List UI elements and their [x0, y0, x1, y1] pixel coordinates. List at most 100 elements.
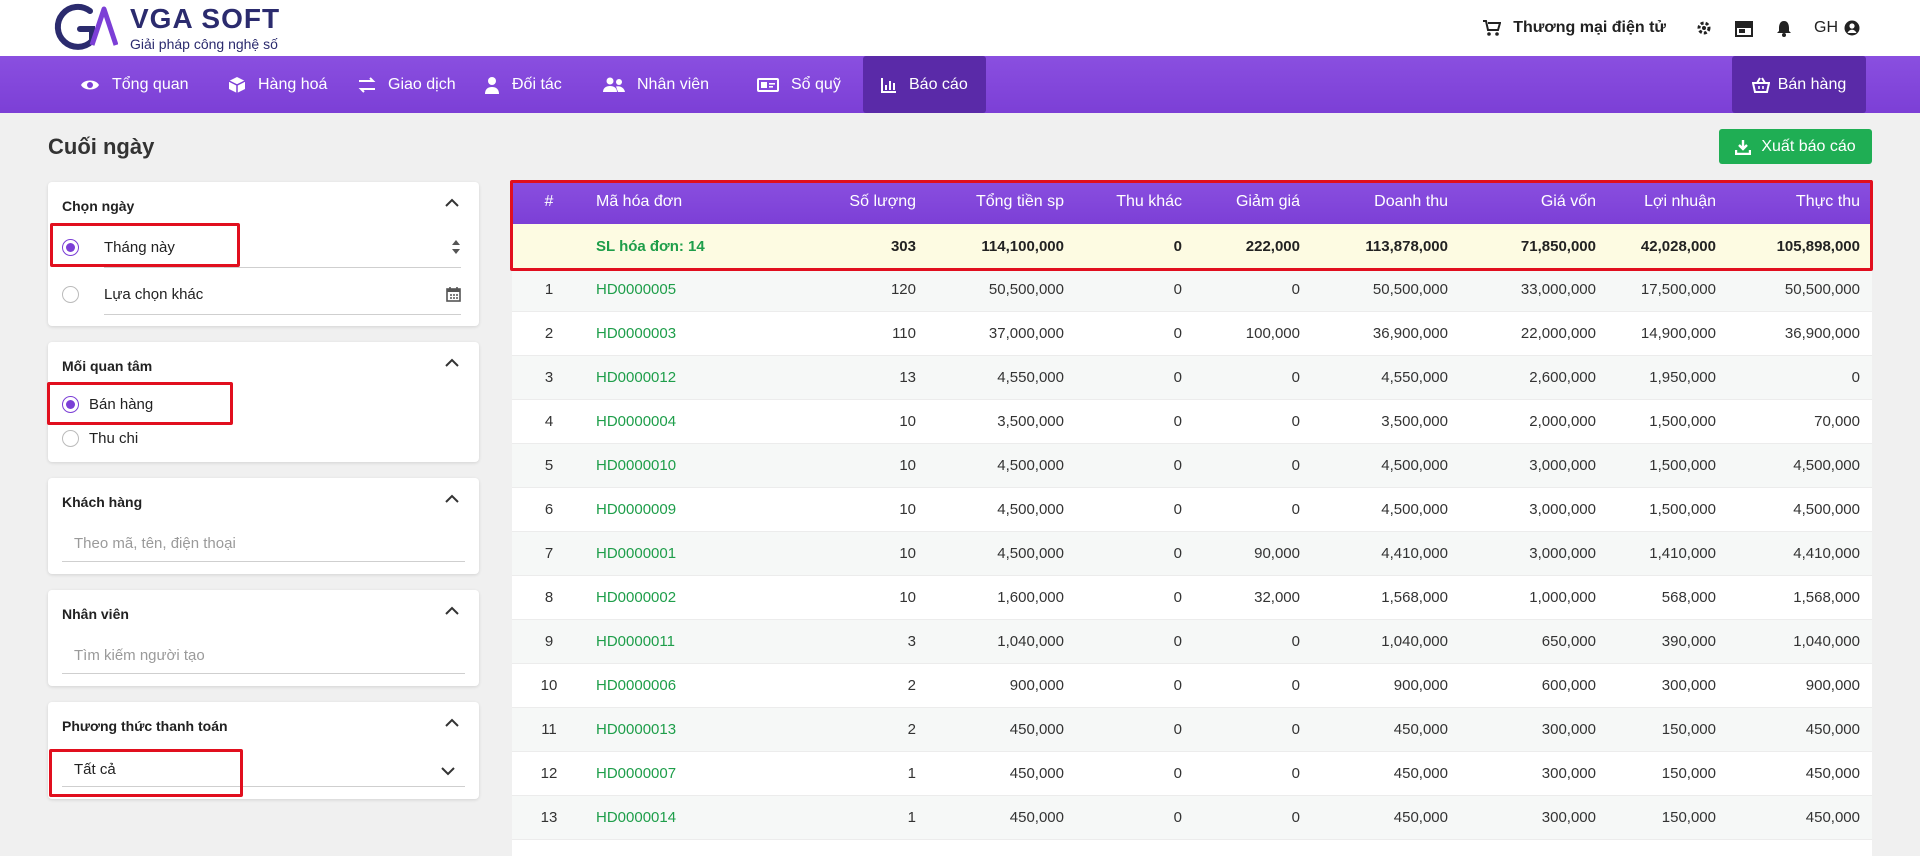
table-row[interactable]: 3 HD0000012 13 4,550,000 0 0 4,550,000 2,600,00…: [512, 356, 1872, 400]
export-report-button[interactable]: Xuất báo cáo: [1719, 129, 1872, 164]
col-cost-cell: 3,000,000: [1529, 501, 1596, 518]
header-col-profit[interactable]: Lợi nhuận: [1596, 180, 1716, 224]
chevron-up-icon[interactable]: [445, 198, 459, 208]
col-profit-cell: 568,000: [1661, 589, 1716, 606]
interest-option-sales[interactable]: Bán hàng: [62, 396, 153, 413]
table-row[interactable]: 9 HD0000011 3 1,040,000 0 0 1,040,000 650,000 39…: [512, 620, 1872, 664]
header-col-revenue[interactable]: Doanh thu: [1300, 180, 1448, 224]
staff-search-input[interactable]: Tìm kiếm người tạo: [74, 647, 205, 664]
nav-nhan-vien[interactable]: Nhân viên: [603, 56, 709, 113]
header-col-other[interactable]: Thu khác: [1064, 180, 1182, 224]
gear-icon[interactable]: [1696, 20, 1712, 36]
col-cost-cell: 1,000,000: [1529, 589, 1596, 606]
invoice-link[interactable]: HD0000011: [596, 620, 796, 663]
chevron-up-icon[interactable]: [445, 606, 459, 616]
header-col-discount[interactable]: Giảm giá: [1182, 180, 1300, 224]
date-option-custom[interactable]: [62, 286, 79, 303]
invoice-link[interactable]: HD0000002: [596, 576, 796, 619]
chevron-up-icon[interactable]: [445, 358, 459, 368]
col-qty-cell: 2: [907, 677, 916, 694]
invoice-link[interactable]: HD0000014: [596, 796, 796, 839]
invoice-link[interactable]: HD0000007: [596, 752, 796, 795]
date-filter-title: Chọn ngày: [62, 198, 135, 214]
date-option-this-month[interactable]: [62, 239, 79, 256]
col-profit-cell: 390,000: [1661, 633, 1716, 650]
nav-tong-quan[interactable]: Tổng quan: [80, 56, 189, 113]
table-row[interactable]: 12 HD0000007 1 450,000 0 0 450,000 300,000 150,0…: [512, 752, 1872, 796]
brand-logo[interactable]: VGA SOFT Giải pháp công nghệ số: [52, 2, 280, 54]
col-qty-cell: 1: [907, 809, 916, 826]
table-row[interactable]: 4 HD0000004 10 3,500,000 0 0 3,500,000 2,000,00…: [512, 400, 1872, 444]
table-row[interactable]: 8 HD0000002 10 1,600,000 0 32,000 1,568,000 1,0…: [512, 576, 1872, 620]
invoice-link[interactable]: HD0000010: [596, 444, 796, 487]
chevron-up-icon[interactable]: [445, 494, 459, 504]
invoice-link[interactable]: HD0000006: [596, 664, 796, 707]
radio-sales[interactable]: [62, 396, 79, 413]
invoice-link[interactable]: HD0000004: [596, 400, 796, 443]
col-discount-cell: 0: [1291, 501, 1300, 518]
col-other-cell: 0: [1173, 809, 1182, 826]
col-profit-cell: 150,000: [1661, 765, 1716, 782]
col-revenue-cell: 450,000: [1393, 765, 1448, 782]
table-row[interactable]: 11 HD0000013 2 450,000 0 0 450,000 300,000 150,0…: [512, 708, 1872, 752]
table-row[interactable]: 5 HD0000010 10 4,500,000 0 0 4,500,000 3,000,00…: [512, 444, 1872, 488]
table-row[interactable]: 10 HD0000006 2 900,000 0 0 900,000 600,000 300,0…: [512, 664, 1872, 708]
ecommerce-link[interactable]: Thương mại điện tử: [1483, 19, 1666, 37]
invoice-link[interactable]: HD0000005: [596, 268, 796, 311]
col-qty-cell: 10: [899, 413, 916, 430]
invoice-link[interactable]: HD0000013: [596, 708, 796, 751]
table-row[interactable]: 7 HD0000001 10 4,500,000 0 90,000 4,410,000 3,0…: [512, 532, 1872, 576]
nav-so-quy[interactable]: Sổ quỹ: [757, 56, 841, 113]
table-row[interactable]: 6 HD0000009 10 4,500,000 0 0 4,500,000 3,000,00…: [512, 488, 1872, 532]
radio-custom-date[interactable]: [62, 286, 79, 303]
user-menu[interactable]: GH: [1814, 19, 1860, 37]
col-received-cell: 36,900,000: [1784, 325, 1860, 342]
nav-hang-hoa[interactable]: Hàng hoá: [228, 56, 327, 113]
invoice-link[interactable]: HD0000001: [596, 532, 796, 575]
col-profit-cell: 17,500,000: [1640, 281, 1716, 298]
user-circle-icon: [1844, 20, 1860, 36]
bell-icon[interactable]: [1776, 20, 1792, 37]
payment-method-select[interactable]: Tất cả: [74, 761, 116, 778]
col-discount-cell: 0: [1291, 369, 1300, 386]
col-profit-cell: 1,500,000: [1649, 457, 1716, 474]
radio-this-month[interactable]: [62, 239, 79, 256]
header-col-received[interactable]: Thực thu: [1716, 180, 1860, 224]
radio-cashflow[interactable]: [62, 430, 79, 447]
col-profit-cell: 150,000: [1661, 721, 1716, 738]
nav-giao-dich[interactable]: Giao dịch: [358, 56, 456, 113]
nav-doi-tac[interactable]: Đối tác: [484, 56, 562, 113]
customer-search-input[interactable]: Theo mã, tên, điện thoại: [74, 535, 236, 552]
store-icon[interactable]: [1734, 20, 1754, 37]
summary-col-other: 0: [1173, 237, 1182, 255]
col-profit-cell: 1,410,000: [1649, 545, 1716, 562]
sell-button[interactable]: Bán hàng: [1732, 56, 1866, 113]
header-col-qty[interactable]: Số lượng: [812, 180, 916, 224]
sort-arrows-icon[interactable]: [451, 239, 461, 255]
chevron-down-icon[interactable]: [441, 766, 455, 776]
chevron-up-icon[interactable]: [445, 718, 459, 728]
col-other-cell: 0: [1173, 413, 1182, 430]
header-col-index[interactable]: #: [512, 180, 586, 224]
col-subtotal-cell: 4,500,000: [997, 457, 1064, 474]
col-other-cell: 0: [1173, 325, 1182, 342]
col-cost-cell: 22,000,000: [1520, 325, 1596, 342]
header-col-cost[interactable]: Giá vốn: [1448, 180, 1596, 224]
header-col-subtotal[interactable]: Tổng tiền sp: [916, 180, 1064, 224]
nav-bao-cao[interactable]: Báo cáo: [863, 56, 986, 113]
table-row[interactable]: 1 HD0000005 120 50,500,000 0 0 50,500,000 33,00…: [512, 268, 1872, 312]
col-revenue-cell: 900,000: [1393, 677, 1448, 694]
user-initials: GH: [1814, 19, 1838, 36]
date-select-value[interactable]: Tháng này: [104, 239, 175, 256]
interest-option-sales-label: Bán hàng: [89, 396, 154, 413]
invoice-link[interactable]: HD0000012: [596, 356, 796, 399]
interest-option-cashflow[interactable]: Thu chi: [62, 430, 138, 447]
header-col-invoice[interactable]: Mã hóa đơn: [596, 180, 796, 224]
calendar-icon[interactable]: [446, 286, 461, 302]
table-row[interactable]: 2 HD0000003 110 37,000,000 0 100,000 36,900,00…: [512, 312, 1872, 356]
custom-date-label[interactable]: Lựa chọn khác: [104, 286, 203, 303]
invoice-link[interactable]: HD0000009: [596, 488, 796, 531]
table-row[interactable]: 13 HD0000014 1 450,000 0 0 450,000 300,000 150,0…: [512, 796, 1872, 840]
invoice-link[interactable]: HD0000003: [596, 312, 796, 355]
col-revenue-cell: 450,000: [1393, 809, 1448, 826]
